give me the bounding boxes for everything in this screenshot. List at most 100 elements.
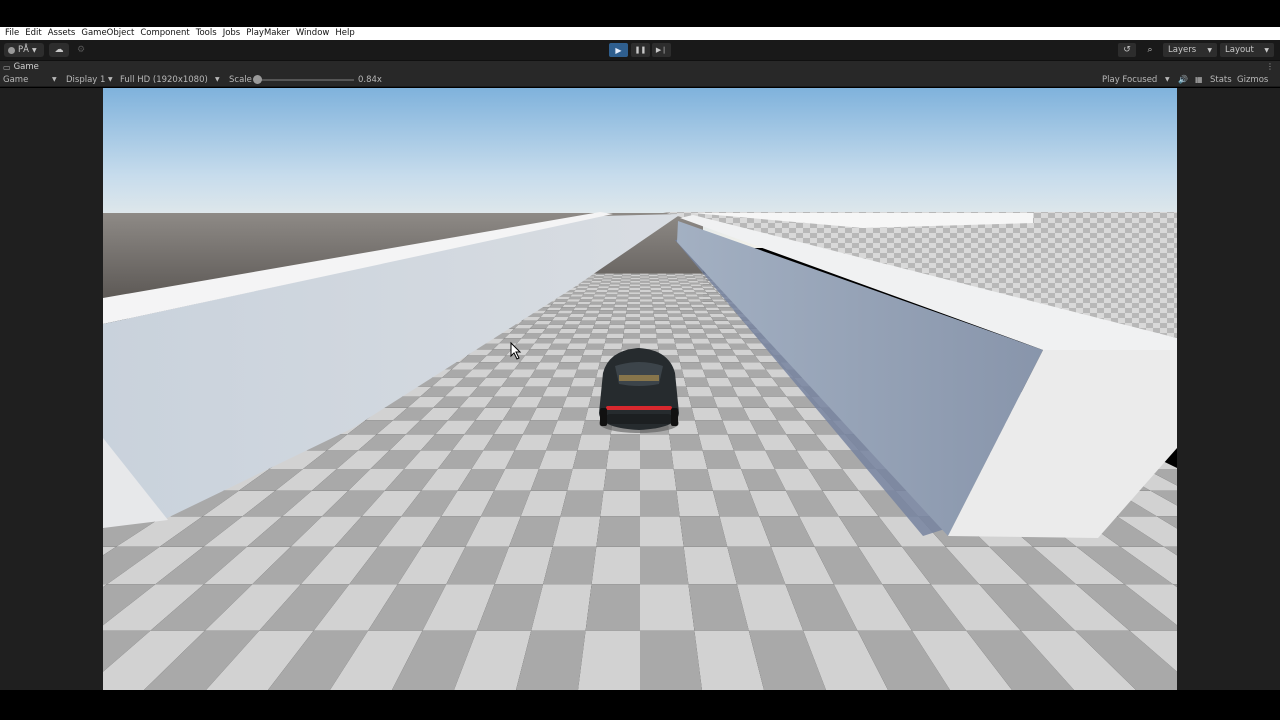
floor-tile: [594, 320, 611, 325]
floor-tile: [649, 276, 659, 278]
play-mode-dropdown[interactable]: Play Focused ▼: [1102, 73, 1172, 87]
floor-tile: [656, 338, 676, 344]
floor-tile: [696, 317, 714, 321]
menu-file[interactable]: File: [5, 27, 19, 40]
account-dropdown[interactable]: PÅ ▼: [4, 43, 44, 57]
floor-tile: [584, 290, 597, 293]
stats-button[interactable]: Stats: [1210, 73, 1232, 87]
undo-history-button[interactable]: ↺: [1118, 43, 1136, 57]
gizmos-button[interactable]: Gizmos: [1237, 73, 1268, 87]
floor-tile: [599, 282, 611, 285]
floor-tile: [692, 288, 705, 290]
floor-tile: [606, 450, 640, 469]
scale-label: Scale: [229, 75, 252, 85]
floor-tile: [670, 324, 688, 329]
floor-tile: [562, 304, 577, 308]
layers-dropdown[interactable]: Layers ▼: [1163, 43, 1217, 57]
cloud-button[interactable]: ☁: [49, 43, 69, 57]
floor-tile: [640, 338, 658, 344]
floor-tile: [677, 304, 692, 308]
menu-jobs[interactable]: Jobs: [223, 27, 241, 40]
floor-tile: [653, 307, 667, 311]
floor-tile: [650, 284, 661, 287]
floor-tile: [593, 294, 607, 297]
step-button[interactable]: ▶❘: [652, 43, 671, 57]
floor-tile: [681, 313, 697, 317]
floor-tile: [651, 296, 664, 300]
tab-menu-button[interactable]: ⋮: [1266, 61, 1274, 73]
menu-tools[interactable]: Tools: [196, 27, 217, 40]
floor-tile: [690, 338, 711, 344]
floor-tile: [649, 277, 659, 280]
menu-assets[interactable]: Assets: [48, 27, 76, 40]
floor-tile: [572, 333, 592, 339]
floor-tile: [630, 276, 640, 278]
floor-tile: [590, 280, 602, 283]
floor-tile: [662, 294, 675, 297]
floor-tile: [554, 299, 569, 302]
floor-tile: [577, 434, 611, 451]
menu-help[interactable]: Help: [335, 27, 354, 40]
floor-tile: [678, 280, 690, 283]
layout-dropdown[interactable]: Layout ▼: [1220, 43, 1274, 57]
search-button[interactable]: ⌕: [1141, 43, 1159, 57]
game-mode-dropdown[interactable]: Game ▼: [3, 73, 59, 87]
floor-tile: [627, 304, 640, 308]
floor-tile: [683, 290, 696, 293]
floor-tile: [580, 355, 602, 363]
floor-tile: [692, 343, 714, 350]
display-dropdown[interactable]: Display 1 ▼: [66, 73, 116, 87]
floor-tile: [594, 274, 605, 277]
menu-component[interactable]: Component: [140, 27, 189, 40]
floor-tile: [680, 284, 692, 287]
floor-tile: [631, 273, 640, 275]
floor-tile: [670, 284, 682, 287]
floor-tile: [627, 301, 640, 305]
services-button[interactable]: ⚙: [72, 43, 90, 57]
floor-tile: [681, 286, 693, 288]
floor-tile: [650, 290, 663, 293]
floor-tile: [692, 273, 702, 275]
bottom-strip: [0, 690, 1280, 720]
scale-slider-handle[interactable]: [253, 75, 262, 84]
floor-tile: [557, 310, 574, 314]
floor-tile: [603, 276, 613, 278]
floor-tile: [640, 292, 652, 295]
floor-tile: [588, 304, 603, 308]
pause-icon: ❚❚: [634, 46, 647, 54]
floor-tile: [602, 301, 616, 305]
menu-playmaker[interactable]: PlayMaker: [246, 27, 290, 40]
floor-tile: [664, 301, 678, 305]
floor-tile: [592, 296, 606, 300]
floor-tile: [659, 280, 670, 283]
floor-tile: [667, 313, 683, 317]
floor-tile: [689, 282, 701, 285]
floor-tile: [651, 294, 664, 297]
play-button[interactable]: ▶: [609, 43, 628, 57]
menu-window[interactable]: Window: [296, 27, 330, 40]
speaker-icon[interactable]: 🔊: [1178, 73, 1188, 87]
game-viewport[interactable]: [103, 88, 1177, 690]
floor-tile: [546, 307, 563, 311]
scale-slider[interactable]: [258, 79, 354, 81]
menu-edit[interactable]: Edit: [25, 27, 41, 40]
resolution-dropdown[interactable]: Full HD (1920x1080) ▼: [120, 73, 222, 87]
floor-tile: [659, 282, 671, 285]
floor-tile: [640, 630, 702, 690]
floor-tile: [640, 584, 695, 631]
floor-tile: [558, 328, 578, 334]
menu-gameobject[interactable]: GameObject: [81, 27, 134, 40]
floor-tile: [687, 299, 702, 302]
floor-tile: [707, 294, 722, 297]
floor-tile: [601, 279, 612, 281]
pause-button[interactable]: ❚❚: [631, 43, 650, 57]
floor-tile: [557, 407, 589, 421]
floor-tile: [595, 317, 612, 321]
floor-tile: [666, 310, 682, 314]
floor-tile: [686, 296, 700, 300]
kebab-menu-icon: ⋮: [1266, 62, 1274, 71]
floor-tile: [609, 284, 620, 287]
tab-game[interactable]: ▭ Game: [3, 61, 39, 73]
floor-tile: [685, 294, 699, 297]
floor-tile: [640, 279, 650, 281]
